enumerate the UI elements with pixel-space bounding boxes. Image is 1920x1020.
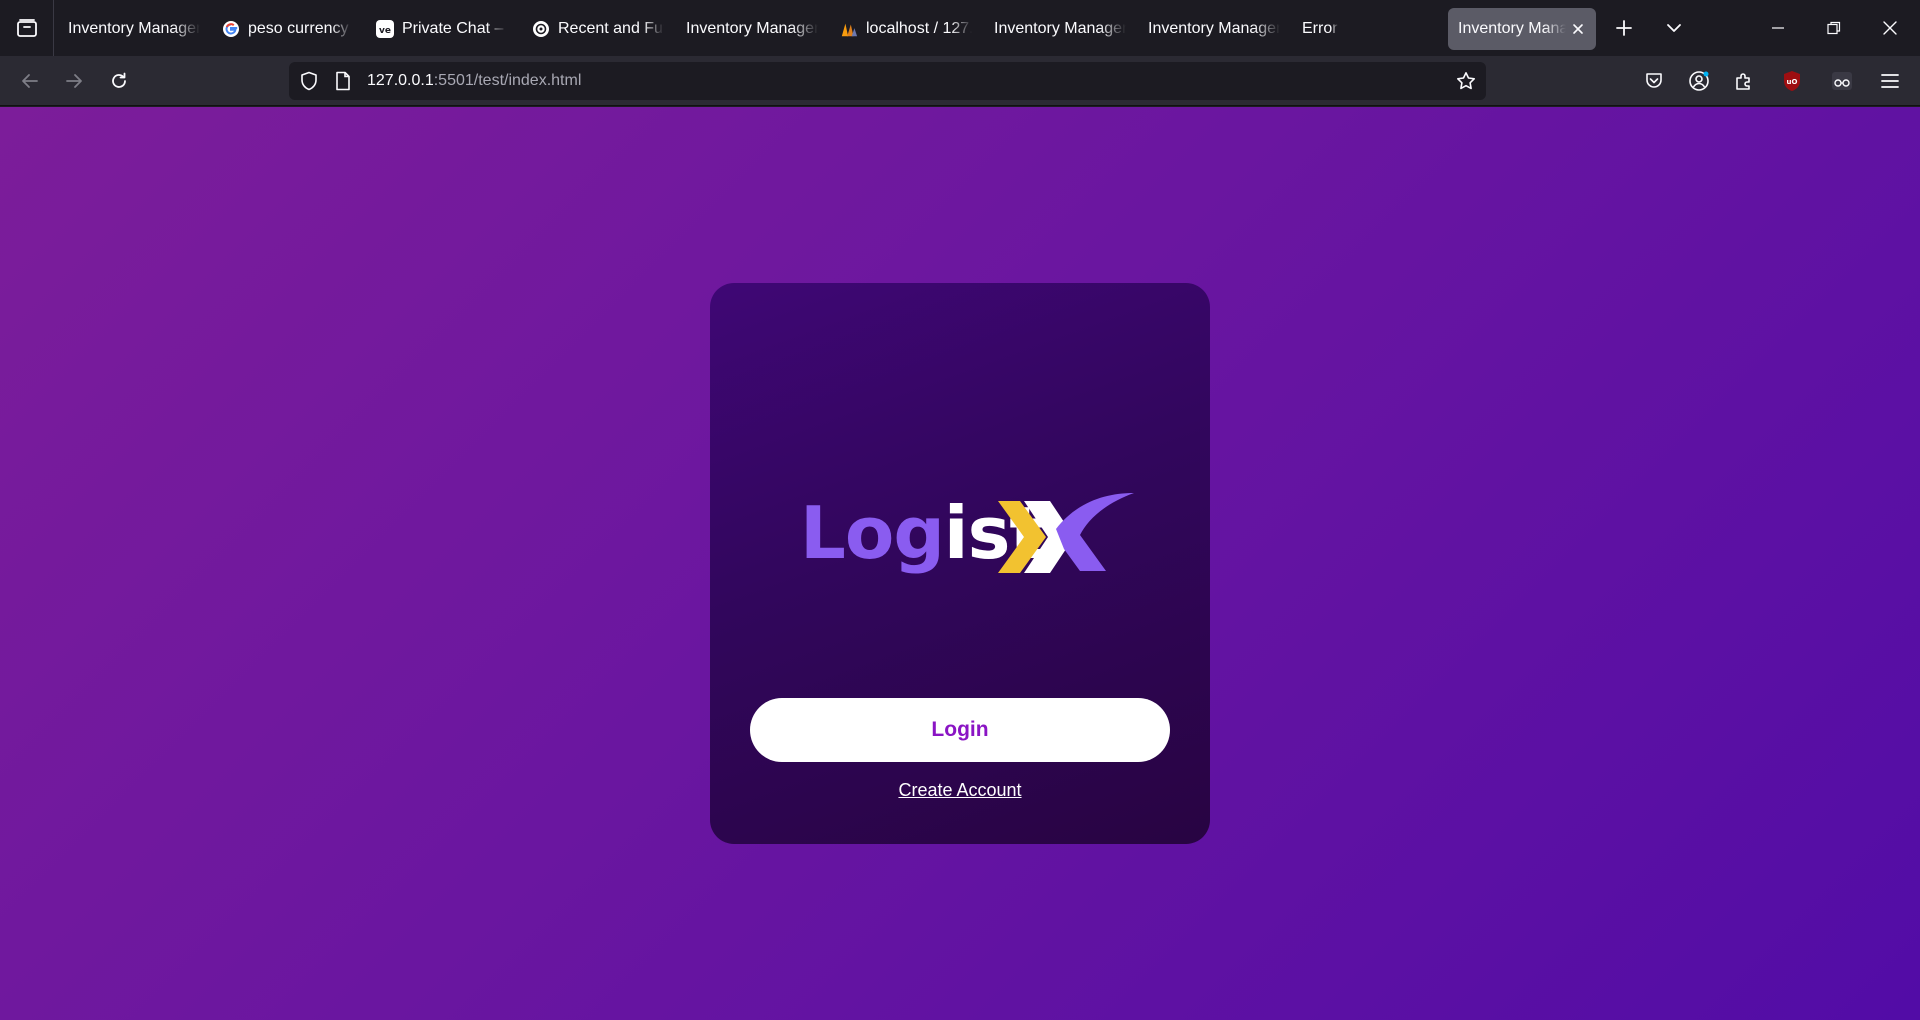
login-card: Logist Login Create Account bbox=[710, 283, 1210, 844]
tab-title: localhost / 127. bbox=[866, 20, 972, 37]
login-button[interactable]: Login bbox=[750, 698, 1170, 762]
google-icon bbox=[222, 20, 240, 38]
extensions-button[interactable] bbox=[1727, 64, 1761, 98]
tab-title: Recent and Futu bbox=[558, 20, 664, 37]
tab-strip: Inventory Managen peso currency - ve Pri… bbox=[0, 0, 1920, 56]
ublock-origin-icon: uO bbox=[1784, 71, 1800, 91]
tab-recent-future[interactable]: Recent and Futu bbox=[532, 8, 664, 50]
forward-button[interactable] bbox=[57, 64, 91, 98]
tab-title: Inventory Manag bbox=[1458, 20, 1566, 37]
reload-icon bbox=[112, 72, 126, 88]
firefox-view-button[interactable] bbox=[0, 0, 54, 56]
close-tab-icon[interactable] bbox=[1570, 21, 1586, 37]
minimize-button[interactable] bbox=[1762, 12, 1794, 44]
hamburger-menu-icon bbox=[1881, 74, 1899, 88]
arrow-left-icon bbox=[22, 74, 38, 88]
puzzle-icon bbox=[1736, 73, 1750, 90]
tab-title: Inventory Managen bbox=[68, 20, 200, 37]
url-text[interactable]: 127.0.0.1:5501/test/index.html bbox=[367, 72, 581, 90]
new-tab-button[interactable] bbox=[1608, 12, 1640, 44]
reload-button[interactable] bbox=[102, 64, 136, 98]
tab-inventory-3[interactable]: Inventory Managen bbox=[994, 8, 1126, 50]
account-icon bbox=[1689, 71, 1709, 91]
tab-error[interactable]: Error bbox=[1302, 8, 1382, 50]
url-host: 127.0.0.1 bbox=[367, 72, 434, 89]
tab-title: Inventory Managen bbox=[1148, 20, 1280, 37]
back-button[interactable] bbox=[13, 64, 47, 98]
navigation-toolbar: 127.0.0.1:5501/test/index.html uO bbox=[0, 56, 1920, 106]
create-account-link[interactable]: Create Account bbox=[710, 780, 1210, 801]
tab-title: Error bbox=[1302, 20, 1338, 37]
logo-x-mark-icon bbox=[998, 493, 1134, 573]
list-all-tabs-button[interactable] bbox=[1658, 12, 1690, 44]
reader-extension-button[interactable] bbox=[1825, 64, 1859, 98]
restore-icon bbox=[1827, 21, 1841, 35]
tab-inventory-2[interactable]: Inventory Managen bbox=[686, 8, 818, 50]
tab-google[interactable]: peso currency - bbox=[222, 8, 352, 50]
tab-title: Inventory Managen bbox=[994, 20, 1126, 37]
tab-active-inventory[interactable]: Inventory Manag bbox=[1448, 8, 1596, 50]
page-viewport: Logist Login Create Account bbox=[0, 107, 1920, 1020]
plus-icon bbox=[1616, 20, 1632, 36]
firefox-view-icon bbox=[16, 19, 37, 37]
restore-button[interactable] bbox=[1818, 12, 1850, 44]
glasses-icon bbox=[1832, 72, 1852, 90]
tab-localhost[interactable]: localhost / 127. bbox=[840, 8, 972, 50]
tab-private-chat[interactable]: ve Private Chat – v bbox=[376, 8, 508, 50]
chat-app-icon: ve bbox=[376, 20, 394, 38]
tab-inventory-4[interactable]: Inventory Managen bbox=[1148, 8, 1280, 50]
shield-icon[interactable] bbox=[299, 71, 319, 91]
url-bar[interactable]: 127.0.0.1:5501/test/index.html bbox=[289, 62, 1486, 100]
chevron-down-icon bbox=[1667, 24, 1681, 32]
pocket-icon bbox=[1646, 73, 1662, 88]
svg-text:ve: ve bbox=[379, 26, 391, 36]
phpmyadmin-icon bbox=[840, 20, 858, 38]
svg-text:uO: uO bbox=[1787, 78, 1798, 86]
app-menu-button[interactable] bbox=[1873, 64, 1907, 98]
tab-title: peso currency - bbox=[248, 20, 352, 37]
tab-inventory-1[interactable]: Inventory Managen bbox=[68, 8, 200, 50]
page-icon[interactable] bbox=[333, 71, 353, 91]
star-icon[interactable] bbox=[1456, 71, 1476, 91]
pocket-button[interactable] bbox=[1637, 64, 1671, 98]
tab-title: Private Chat – v bbox=[402, 20, 508, 37]
close-icon bbox=[1883, 21, 1897, 35]
account-button[interactable] bbox=[1682, 64, 1716, 98]
arrow-right-icon bbox=[66, 74, 82, 88]
url-path: :5501/test/index.html bbox=[433, 72, 582, 89]
close-window-button[interactable] bbox=[1874, 12, 1906, 44]
tab-title: Inventory Managen bbox=[686, 20, 818, 37]
minimize-icon bbox=[1772, 27, 1784, 29]
logistx-logo: Logist bbox=[800, 483, 1134, 583]
openai-icon bbox=[532, 20, 550, 38]
ublock-button[interactable]: uO bbox=[1775, 64, 1809, 98]
